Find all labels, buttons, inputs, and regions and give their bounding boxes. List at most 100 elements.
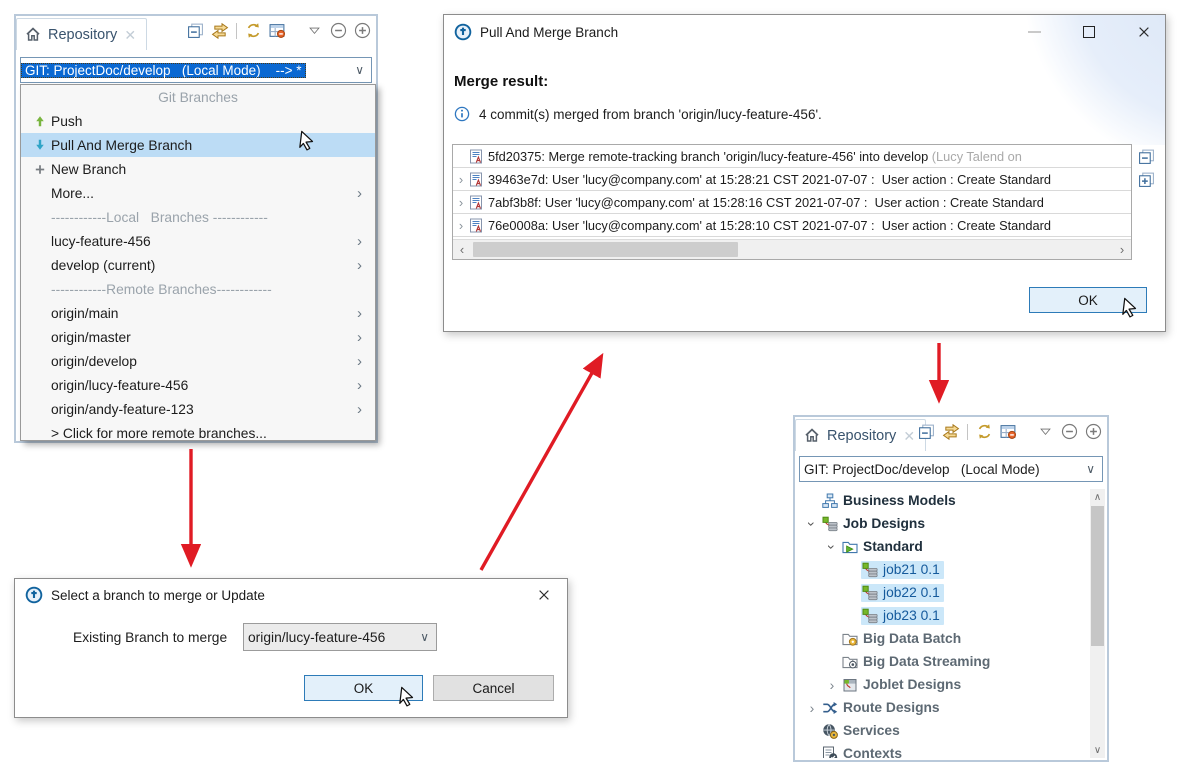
switch-branches-icon: [942, 423, 959, 440]
submenu-chevron-icon: ›: [357, 328, 362, 346]
job-designs-icon: [822, 516, 838, 531]
menu-item-origin-main[interactable]: origin/main ›: [21, 301, 375, 325]
menu-item-label: origin/main: [51, 305, 119, 321]
dialog-titlebar: Pull And Merge Branch: [444, 15, 1165, 49]
commit-text: 76e0008a: User 'lucy@company.com' at 15:…: [488, 217, 1052, 233]
menu-item-origin-andy-feature-123[interactable]: origin/andy-feature-123 ›: [21, 397, 375, 421]
close-button[interactable]: [537, 586, 551, 604]
tab-close-icon[interactable]: ✕: [903, 429, 915, 443]
minimize-button[interactable]: [1028, 31, 1041, 33]
menu-item-new-branch[interactable]: New Branch: [21, 157, 375, 181]
maximize-view-button[interactable]: [353, 21, 372, 40]
scroll-down-icon[interactable]: ∨: [1090, 742, 1105, 758]
tree-item-standard[interactable]: › Standard: [797, 535, 1089, 558]
tree-item-job23-0-1[interactable]: job23 0.1: [797, 604, 1089, 627]
tree-item-joblet-designs[interactable]: › Joblet Designs: [797, 673, 1089, 696]
repository-toolbar: [186, 21, 372, 40]
switch-branches-button[interactable]: [210, 21, 229, 40]
menu-item-pull-and-merge-branch[interactable]: Pull And Merge Branch: [21, 133, 375, 157]
tree-item-job22-0-1[interactable]: job22 0.1: [797, 581, 1089, 604]
folder-gear-icon: [842, 631, 858, 647]
menu-item-origin-lucy-feature-456[interactable]: origin/lucy-feature-456 ›: [21, 373, 375, 397]
branch-field-label: Existing Branch to merge: [73, 630, 228, 645]
menu-item-label: More...: [51, 185, 94, 201]
collapse-all-button[interactable]: [917, 422, 936, 441]
menu-item-develop-current[interactable]: develop (current) ›: [21, 253, 375, 277]
expand-chevron-icon[interactable]: ›: [823, 678, 841, 692]
expand-all-button[interactable]: [1138, 171, 1155, 188]
expand-chevron-icon[interactable]: ›: [453, 219, 469, 232]
maximize-view-button[interactable]: [1084, 422, 1103, 441]
menu-item-more[interactable]: More... ›: [21, 181, 375, 205]
contexts-icon: [822, 746, 838, 758]
collapse-all-icon: [919, 424, 934, 439]
table-filter-button[interactable]: [999, 422, 1018, 441]
minimize-view-button[interactable]: [1060, 422, 1079, 441]
talend-logo-icon: [454, 23, 472, 41]
collapse-chevron-icon[interactable]: ›: [804, 515, 820, 533]
submenu-chevron-icon: ›: [357, 232, 362, 250]
maximize-button[interactable]: [1083, 26, 1095, 38]
view-menu-button[interactable]: [1036, 422, 1055, 441]
commit-row[interactable]: › 76e0008a: User 'lucy@company.com' at 15…: [453, 214, 1131, 237]
tree-item-label: Services: [843, 723, 900, 738]
commit-row[interactable]: › 7abf3b8f: User 'lucy@company.com' at 15…: [453, 191, 1131, 214]
scrollbar-thumb[interactable]: [473, 242, 738, 257]
tab-close-icon[interactable]: ✕: [124, 28, 136, 42]
menu-item-click-for-more-remote-branches[interactable]: > Click for more remote branches...: [21, 421, 375, 445]
dialog-titlebar: Select a branch to merge or Update: [15, 579, 567, 611]
refresh-button[interactable]: [975, 422, 994, 441]
minimize-view-button[interactable]: [329, 21, 348, 40]
tree-item-contexts[interactable]: Contexts: [797, 742, 1089, 758]
expand-all-icon: [1139, 172, 1154, 187]
menu-item-origin-master[interactable]: origin/master ›: [21, 325, 375, 349]
menu-item-origin-develop[interactable]: origin/develop ›: [21, 349, 375, 373]
scroll-right-icon[interactable]: ›: [1113, 243, 1131, 256]
ok-button[interactable]: OK: [304, 675, 423, 701]
repository-panel-top-left: Repository ✕ GIT: ProjectDoc/develop (Lo…: [14, 14, 378, 443]
menu-item-push[interactable]: Push: [21, 109, 375, 133]
view-menu-icon: [309, 27, 320, 34]
close-x-icon: [1139, 26, 1149, 37]
tree-item-big-data-streaming[interactable]: Big Data Streaming: [797, 650, 1089, 673]
tree-item-services[interactable]: Services: [797, 719, 1089, 742]
collapse-all-button[interactable]: [1138, 148, 1155, 165]
tree-item-job-designs[interactable]: › Job Designs: [797, 512, 1089, 535]
tree-item-job21-0-1[interactable]: job21 0.1: [797, 558, 1089, 581]
ok-button[interactable]: OK: [1029, 287, 1147, 313]
commit-row[interactable]: › 39463e7d: User 'lucy@company.com' at 15…: [453, 168, 1131, 191]
expand-chevron-icon[interactable]: ›: [453, 196, 469, 209]
scrollbar-thumb[interactable]: [1091, 506, 1104, 646]
tree-item-content: Route Designs: [821, 699, 944, 717]
tree-item-content: Big Data Batch: [841, 630, 965, 648]
menu-separator-remote-branches: ------------Remote Branches------------: [21, 277, 375, 301]
tree-item-big-data-batch[interactable]: Big Data Batch: [797, 627, 1089, 650]
menu-item-lucy-feature-456[interactable]: lucy-feature-456 ›: [21, 229, 375, 253]
refresh-button[interactable]: [244, 21, 263, 40]
commit-text: 7abf3b8f: User 'lucy@company.com' at 15:…: [488, 194, 1044, 210]
project-branch-combo[interactable]: GIT: ProjectDoc/develop (Local Mode) ∨: [799, 456, 1103, 482]
switch-branches-button[interactable]: [941, 422, 960, 441]
expand-chevron-icon[interactable]: ›: [453, 173, 469, 186]
horizontal-scrollbar[interactable]: ‹ ›: [453, 239, 1131, 259]
branch-select-combo[interactable]: origin/lucy-feature-456 ∨: [243, 623, 437, 651]
cancel-button[interactable]: Cancel: [433, 675, 554, 701]
tree-item-business-models[interactable]: Business Models: [797, 489, 1089, 512]
scroll-up-icon[interactable]: ∧: [1090, 489, 1105, 505]
collapse-chevron-icon[interactable]: ›: [824, 538, 840, 556]
tab-repository[interactable]: Repository ✕: [795, 419, 927, 451]
table-filter-button[interactable]: [268, 21, 287, 40]
info-icon: [454, 106, 470, 122]
project-branch-combo[interactable]: GIT: ProjectDoc/develop (Local Mode) -->…: [20, 57, 372, 83]
close-button[interactable]: [1137, 23, 1151, 41]
expand-chevron-icon[interactable]: ›: [803, 701, 821, 715]
view-menu-button[interactable]: [305, 21, 324, 40]
vertical-scrollbar[interactable]: ∧ ∨: [1090, 489, 1105, 758]
scroll-left-icon[interactable]: ‹: [453, 243, 471, 256]
tab-repository[interactable]: Repository ✕: [16, 18, 148, 50]
menu-item-label: origin/master: [51, 329, 131, 345]
commit-row[interactable]: 5fd20375: Merge remote-tracking branch '…: [453, 145, 1131, 168]
collapse-all-button[interactable]: [186, 21, 205, 40]
combo-value: origin/lucy-feature-456: [248, 629, 386, 645]
tree-item-route-designs[interactable]: › Route Designs: [797, 696, 1089, 719]
